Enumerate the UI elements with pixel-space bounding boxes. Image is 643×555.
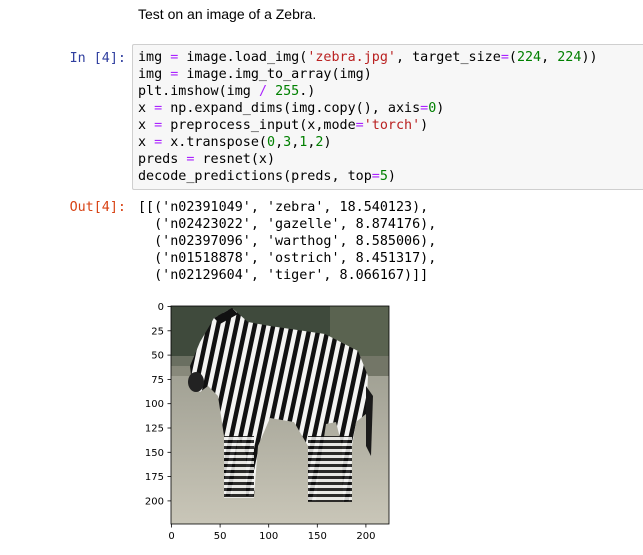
y-tick-label: 125: [145, 424, 164, 435]
zebra-photo: [171, 306, 389, 524]
x-tick-label: 0: [168, 531, 174, 542]
code-line: img = image.load_img('zebra.jpg', target…: [138, 50, 598, 65]
code-line: img = image.img_to_array(img): [138, 67, 372, 82]
x-axis: 0 50 100 150 200: [168, 524, 375, 542]
image-plot: 0 25 50 75 100 125 150 175 200 0 50 100 …: [145, 302, 390, 542]
markdown-text: Test on an image of a Zebra.: [138, 6, 317, 22]
code-line: x = preprocess_input(x,mode='torch'): [138, 118, 429, 133]
y-tick-label: 25: [151, 326, 164, 337]
output-line: [[('n02391049', 'zebra', 18.540123),: [138, 200, 429, 215]
input-prompt: In [4]:: [69, 51, 126, 66]
y-tick-label: 50: [151, 351, 164, 362]
code-line: x = x.transpose(0,3,1,2): [138, 135, 332, 150]
x-tick-label: 100: [259, 531, 278, 542]
output-line: ('n02397096', 'warthog', 8.585006),: [138, 234, 437, 249]
y-tick-label: 100: [145, 399, 164, 410]
output-text: [[('n02391049', 'zebra', 18.540123), ('n…: [138, 199, 436, 284]
output-prompt: Out[4]:: [69, 200, 126, 215]
output-line: ('n02129604', 'tiger', 8.066167)]]: [138, 268, 429, 283]
output-line: ('n02423022', 'gazelle', 8.874176),: [138, 217, 437, 232]
y-tick-label: 200: [145, 496, 164, 507]
y-tick-label: 0: [158, 302, 164, 313]
x-tick-label: 50: [214, 531, 227, 542]
code-line: preds = resnet(x): [138, 152, 276, 167]
code-line: decode_predictions(preds, top=5): [138, 169, 396, 184]
output-line: ('n01518878', 'ostrich', 8.451317),: [138, 251, 437, 266]
y-tick-label: 175: [145, 472, 164, 483]
code-line: x = np.expand_dims(img.copy(), axis=0): [138, 101, 445, 116]
y-axis: 0 25 50 75 100 125 150 175 200: [145, 302, 171, 507]
x-tick-label: 150: [308, 531, 327, 542]
x-tick-label: 200: [356, 531, 375, 542]
code-line: plt.imshow(img / 255.): [138, 84, 316, 99]
y-tick-label: 75: [151, 375, 164, 386]
y-tick-label: 150: [145, 448, 164, 459]
code-cell[interactable]: img = image.load_img('zebra.jpg', target…: [138, 49, 598, 185]
